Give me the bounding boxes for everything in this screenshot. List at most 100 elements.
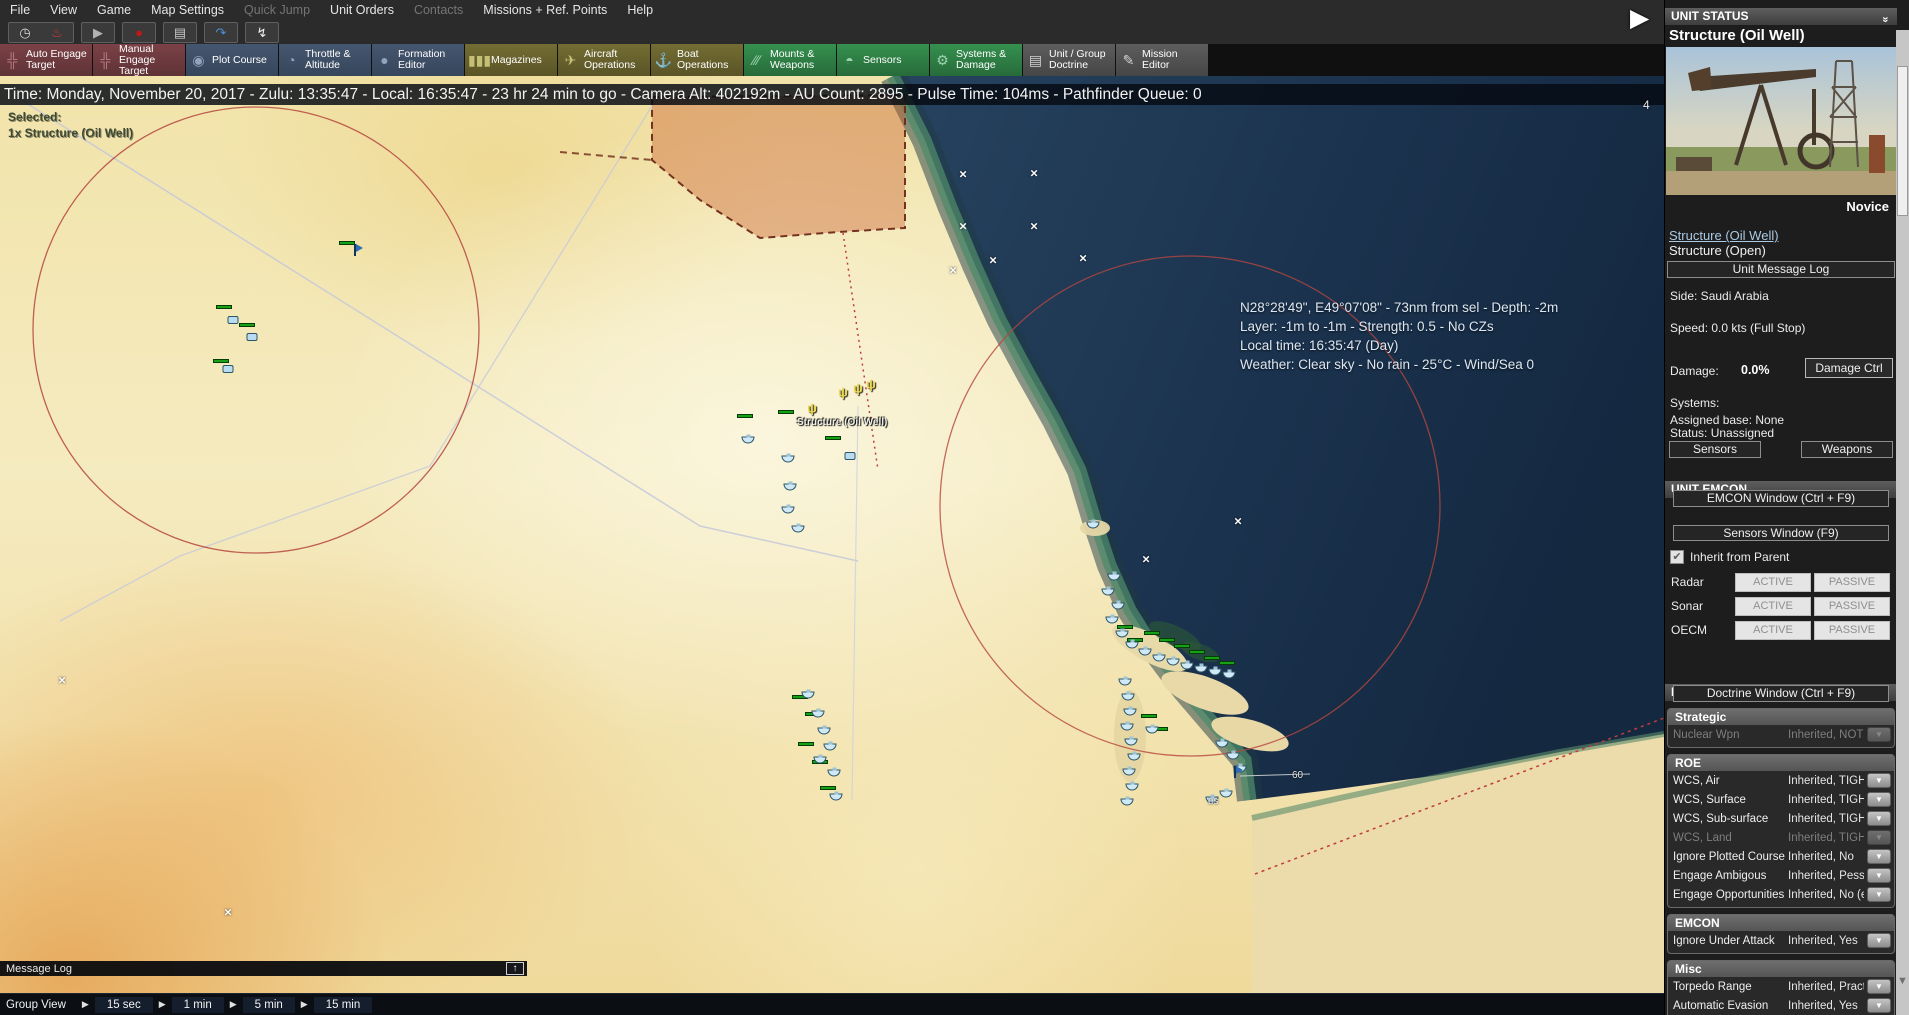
unit-status-header[interactable]: UNIT STATUS « — [1665, 8, 1897, 25]
aircraft-operations-button[interactable]: ✈AircraftOperations — [558, 44, 650, 76]
magazines-button[interactable]: ▮▮▮Magazines — [465, 44, 557, 76]
oil-well-symbol[interactable]: ψ — [807, 402, 817, 415]
flag-unit-symbol[interactable] — [1233, 766, 1243, 778]
boat-operations-button[interactable]: ⚓BoatOperations — [651, 44, 743, 76]
emcon-passive-button-oecm[interactable]: PASSIVE — [1814, 621, 1890, 640]
flame-button[interactable]: ♨ — [41, 23, 73, 42]
time-compression-15-sec[interactable]: 15 sec — [95, 997, 153, 1013]
emcon-active-button-radar[interactable]: ACTIVE — [1735, 573, 1811, 592]
weapons-button[interactable]: Weapons — [1801, 441, 1893, 458]
printer-button[interactable]: ▤ — [164, 23, 196, 42]
reference-point-x[interactable]: × — [224, 906, 232, 919]
dropdown-chevron-button[interactable]: ▼ — [1867, 868, 1891, 883]
dropdown-chevron-button[interactable]: ▼ — [1867, 979, 1891, 994]
unit-name-link[interactable]: Structure (Oil Well) — [1665, 228, 1897, 243]
dropdown-chevron-button[interactable]: ▼ — [1867, 792, 1891, 807]
emcon-active-button-oecm[interactable]: ACTIVE — [1735, 621, 1811, 640]
ground-unit-symbol[interactable] — [1141, 714, 1157, 718]
mounts-weapons-button[interactable]: ∕∕∕Mounts &Weapons — [744, 44, 836, 76]
reference-point-x[interactable]: × — [1030, 167, 1038, 180]
menu-item-map-settings[interactable]: Map Settings — [141, 0, 234, 20]
oil-well-symbol[interactable]: ψ — [853, 382, 863, 395]
ground-unit-symbol[interactable] — [1159, 638, 1175, 642]
dropdown-chevron-button[interactable]: ▼ — [1867, 933, 1891, 948]
vehicle-unit-symbol[interactable] — [247, 333, 258, 341]
sidebar-scrollbar[interactable]: ▼ — [1896, 30, 1909, 1015]
ground-unit-symbol[interactable] — [239, 323, 255, 327]
map-viewport[interactable]: Time: Monday, November 20, 2017 - Zulu: … — [0, 76, 1664, 1015]
inherit-from-parent-row[interactable]: ✔ Inherit from Parent — [1665, 550, 1897, 564]
formation-editor-button[interactable]: ●FormationEditor — [372, 44, 464, 76]
systems-damage-button[interactable]: ⚙Systems &Damage — [930, 44, 1022, 76]
ground-unit-symbol[interactable] — [737, 414, 753, 418]
ground-unit-symbol[interactable] — [213, 359, 229, 363]
flag-unit-symbol[interactable] — [353, 244, 363, 256]
menu-item-game[interactable]: Game — [87, 0, 141, 20]
emcon-passive-button-sonar[interactable]: PASSIVE — [1814, 597, 1890, 616]
doctrine-window-button[interactable]: Doctrine Window (Ctrl + F9) — [1673, 685, 1889, 702]
unit-message-log-button[interactable]: Unit Message Log — [1667, 261, 1895, 278]
manual-engage-target-button[interactable]: ╬ManualEngage Target — [93, 44, 185, 76]
reference-point-x[interactable]: × — [949, 264, 957, 277]
vehicle-unit-symbol[interactable] — [228, 316, 239, 324]
sensors-button[interactable]: Sensors — [1669, 441, 1761, 458]
dropdown-chevron-button[interactable]: ▼ — [1867, 998, 1891, 1013]
collapse-chevron-icon[interactable]: « — [1877, 16, 1894, 22]
inherit-checkbox[interactable]: ✔ — [1670, 550, 1684, 564]
reference-point-x[interactable]: × — [989, 254, 997, 267]
menu-item-unit-orders[interactable]: Unit Orders — [320, 0, 404, 20]
ground-unit-symbol[interactable] — [825, 436, 841, 440]
ground-unit-symbol[interactable] — [798, 742, 814, 746]
throttle-altitude-button[interactable]: ◔Throttle &Altitude — [279, 44, 371, 76]
reference-point-x[interactable]: × — [1142, 553, 1150, 566]
oil-well-symbol[interactable]: ψ — [838, 386, 848, 399]
auto-engage-target-button[interactable]: ╬Auto EngageTarget — [0, 44, 92, 76]
sensors-window-button[interactable]: Sensors Window (F9) — [1673, 525, 1889, 541]
menu-item-file[interactable]: File — [0, 0, 40, 20]
reference-point-x[interactable]: × — [959, 168, 967, 181]
vehicle-unit-symbol[interactable] — [845, 452, 856, 460]
menu-item-view[interactable]: View — [40, 0, 87, 20]
dropdown-chevron-button[interactable]: ▼ — [1867, 887, 1891, 902]
vehicle-unit-symbol[interactable] — [223, 365, 234, 373]
mission-editor-button[interactable]: ✎MissionEditor — [1116, 44, 1208, 76]
damage-ctrl-button[interactable]: Damage Ctrl — [1805, 358, 1893, 378]
clock-button[interactable]: ◷ — [9, 23, 41, 42]
reference-point-x[interactable]: × — [1079, 252, 1087, 265]
menu-item-missions-ref-points[interactable]: Missions + Ref. Points — [473, 0, 617, 20]
group-view-label[interactable]: Group View — [6, 999, 66, 1011]
ground-unit-symbol[interactable] — [1189, 650, 1205, 654]
message-log-expand-button[interactable]: ↑ — [506, 962, 524, 975]
sidebar-collapse-arrow-icon[interactable]: ▶ — [1630, 6, 1649, 31]
ground-unit-symbol[interactable] — [1219, 661, 1235, 665]
unit-group-doctrine-button[interactable]: ▤Unit / GroupDoctrine — [1023, 44, 1115, 76]
time-compression-5-min[interactable]: 5 min — [243, 997, 295, 1013]
ground-unit-symbol[interactable] — [1117, 625, 1133, 629]
emcon-window-button[interactable]: EMCON Window (Ctrl + F9) — [1673, 490, 1889, 507]
time-compression-15-min[interactable]: 15 min — [314, 997, 373, 1013]
menu-item-help[interactable]: Help — [617, 0, 663, 20]
reference-point-x[interactable]: × — [959, 220, 967, 233]
scrollbar-thumb[interactable] — [1897, 66, 1908, 216]
emcon-passive-button-radar[interactable]: PASSIVE — [1814, 573, 1890, 592]
play-button[interactable]: ▶ — [82, 23, 114, 42]
dropdown-chevron-button[interactable]: ▼ — [1867, 811, 1891, 826]
ground-unit-symbol[interactable] — [1174, 644, 1190, 648]
ground-unit-symbol[interactable] — [778, 410, 794, 414]
dropdown-chevron-button[interactable]: ▼ — [1867, 773, 1891, 788]
sensors-button[interactable]: ◓Sensors — [837, 44, 929, 76]
reference-point-x[interactable]: × — [1234, 515, 1242, 528]
ground-unit-symbol[interactable] — [216, 305, 232, 309]
reference-point-x[interactable]: × — [1030, 220, 1038, 233]
reference-point-x[interactable]: × — [58, 674, 66, 687]
ground-unit-symbol[interactable] — [1144, 631, 1160, 635]
time-compression-1-min[interactable]: 1 min — [172, 997, 224, 1013]
plot-course-button[interactable]: ◉Plot Course — [186, 44, 278, 76]
lightning-button[interactable]: ↯ — [246, 23, 278, 42]
record-button[interactable]: ● — [123, 23, 155, 42]
jump-arrow-button[interactable]: ↷ — [205, 23, 237, 42]
ground-unit-symbol[interactable] — [1204, 656, 1220, 660]
scroll-down-icon[interactable]: ▼ — [1896, 975, 1909, 987]
emcon-active-button-sonar[interactable]: ACTIVE — [1735, 597, 1811, 616]
message-log-bar[interactable]: Message Log ↑ — [0, 961, 527, 976]
